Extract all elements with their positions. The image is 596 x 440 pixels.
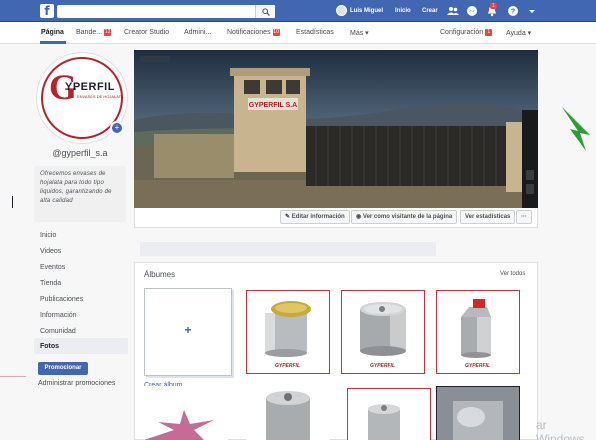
settings-count-badge: 1 xyxy=(485,29,493,36)
album-tile[interactable] xyxy=(144,386,228,440)
tab-ayuda[interactable]: Ayuda ▾ xyxy=(506,29,531,37)
leftnav-item-informacion[interactable]: Información xyxy=(40,312,77,319)
tab-mas[interactable]: Más ▾ xyxy=(350,29,369,37)
leftnav-item-videos[interactable]: Videos xyxy=(40,248,61,255)
pink-decor-image xyxy=(144,410,214,440)
leftnav-item-publicaciones[interactable]: Publicaciones xyxy=(40,296,83,303)
avatar xyxy=(336,5,347,16)
leftnav-item-fotos[interactable]: Fotos xyxy=(40,343,59,350)
search-input[interactable] xyxy=(57,5,275,18)
facebook-logo-icon[interactable]: f xyxy=(40,4,54,18)
albums-title: Álbumes xyxy=(144,270,176,279)
content-placeholder xyxy=(140,242,436,256)
manage-promotions-link[interactable]: Administrar promociones xyxy=(38,380,115,387)
tab-bandeja[interactable]: Bande... 12 xyxy=(76,29,112,36)
tab-notificaciones[interactable]: Notificaciones 10 xyxy=(227,29,280,36)
tab-pagina[interactable]: Página xyxy=(41,29,64,36)
more-options-button[interactable]: ··· xyxy=(516,210,532,224)
promote-button[interactable]: Promocionar xyxy=(38,362,88,375)
help-icon[interactable]: ? xyxy=(507,5,519,17)
brand-logo-tagline: ENVASES DE HOJALATA xyxy=(77,94,124,99)
leftnav-item-inicio[interactable]: Inicio xyxy=(40,232,56,239)
cover-photo-image: GYPERFIL S.A xyxy=(134,50,538,208)
view-insights-button[interactable]: Ver estadísticas xyxy=(460,210,516,224)
edit-info-button[interactable]: ✎ Editar información xyxy=(280,210,350,224)
search-icon xyxy=(262,8,270,16)
create-link[interactable]: Crear xyxy=(422,8,438,14)
tile-brand-logo: GYPERFIL xyxy=(465,363,491,369)
album-tile[interactable] xyxy=(347,388,431,440)
tab-creator-studio[interactable]: Creator Studio xyxy=(124,29,169,36)
notifications-count-badge: 10 xyxy=(272,29,280,36)
tin-can-image xyxy=(266,391,310,440)
user-profile-link[interactable]: Luis Miguel xyxy=(336,5,383,16)
tile-brand-logo: GYPERFIL xyxy=(275,363,301,369)
leftnav-item-eventos[interactable]: Eventos xyxy=(40,264,65,271)
page-username[interactable]: @gyperfil_s.a xyxy=(34,148,126,158)
tin-can-image xyxy=(368,404,400,440)
windows-activation-watermark: ar Windows xyxy=(536,418,585,440)
svg-text:?: ? xyxy=(511,9,515,16)
cover-photo[interactable]: GYPERFIL S.A xyxy=(134,50,538,208)
view-as-visitor-button[interactable]: ◉ Ver como visitante de la página xyxy=(351,210,458,224)
tab-configuracion[interactable]: Configuración 1 xyxy=(440,29,493,36)
inbox-count-badge: 12 xyxy=(104,29,112,36)
album-tile[interactable]: GYPERFIL xyxy=(341,290,425,374)
notification-count-badge: 1 xyxy=(490,3,497,9)
tab-administrar[interactable]: Admini... xyxy=(184,29,211,36)
account-menu-chevron-down-icon[interactable] xyxy=(526,5,538,17)
text-cursor xyxy=(12,196,13,208)
leftnav-item-tienda[interactable]: Tienda xyxy=(40,280,61,287)
see-all-albums-link[interactable]: Ver todos xyxy=(500,271,525,277)
album-tile[interactable]: GYPERFIL xyxy=(436,290,520,374)
top-navigation-bar: f Luis Miguel Inicio Crear 1 ? xyxy=(0,0,596,22)
page-management-nav: Página Bande... 12 Creator Studio Admini.… xyxy=(0,22,596,44)
search-button[interactable] xyxy=(255,5,275,18)
tab-estadisticas[interactable]: Estadísticas xyxy=(296,29,334,36)
album-tile[interactable] xyxy=(246,384,330,440)
album-tile[interactable]: GYPERFIL xyxy=(246,290,330,374)
building-sign: GYPERFIL S.A xyxy=(249,102,298,109)
edit-pencil-icon: ✎ xyxy=(285,214,292,220)
camera-icon[interactable]: + xyxy=(110,121,124,135)
friend-requests-icon[interactable] xyxy=(447,5,459,17)
brand-logo-text: YPERFIL xyxy=(65,81,115,93)
home-link[interactable]: Inicio xyxy=(395,8,411,14)
tile-brand-logo: GYPERFIL xyxy=(370,363,396,369)
metal-products-image xyxy=(437,387,519,440)
messenger-icon[interactable] xyxy=(466,5,478,17)
create-album-tile[interactable]: + xyxy=(144,288,232,376)
active-tab-indicator xyxy=(40,41,66,44)
green-sparkle-decoration xyxy=(562,107,590,151)
page-bio: Ofrecemos envases de hojalata para todo … xyxy=(40,171,112,204)
leftnav-item-comunidad[interactable]: Comunidad xyxy=(40,328,76,335)
album-tile[interactable] xyxy=(436,386,520,440)
divider xyxy=(0,376,26,377)
eye-icon: ◉ xyxy=(356,214,363,220)
plus-icon: + xyxy=(184,323,192,337)
user-name: Luis Miguel xyxy=(350,7,383,14)
